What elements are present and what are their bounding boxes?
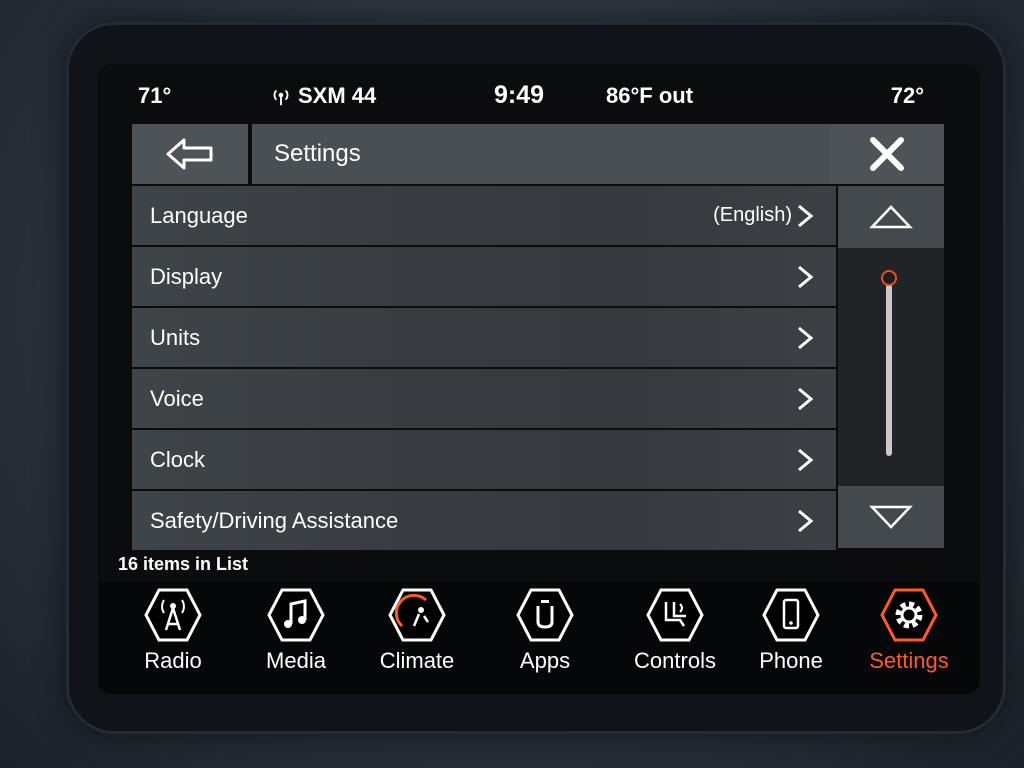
list-item-units[interactable]: Units bbox=[132, 308, 836, 367]
list-item-display[interactable]: Display bbox=[132, 247, 836, 306]
gear-icon bbox=[880, 588, 938, 642]
chevron-right-icon bbox=[798, 448, 814, 471]
nav-phone-button[interactable]: Phone bbox=[731, 582, 851, 694]
settings-list: Language (English) Display Units Voice C… bbox=[132, 186, 836, 552]
controls-icon bbox=[646, 588, 704, 642]
phone-icon bbox=[762, 588, 820, 642]
list-scrollbar[interactable] bbox=[838, 186, 944, 548]
infotainment-screen: 71° SXM 44 9:49 86°F out 72° Settings La… bbox=[98, 64, 980, 694]
list-item-label: Display bbox=[150, 263, 223, 289]
nav-label: Settings bbox=[869, 648, 949, 673]
radio-status[interactable]: SXM 44 bbox=[270, 83, 376, 109]
list-item-label: Safety/Driving Assistance bbox=[150, 507, 399, 533]
apps-icon bbox=[516, 588, 574, 642]
triangle-down-icon bbox=[869, 505, 913, 529]
scroll-thumb[interactable] bbox=[881, 270, 897, 286]
nav-label: Controls bbox=[634, 648, 716, 673]
nav-radio-button[interactable]: Radio bbox=[113, 582, 233, 694]
radio-tower-icon bbox=[144, 588, 202, 642]
list-item-voice[interactable]: Voice bbox=[132, 369, 836, 428]
climate-icon bbox=[388, 588, 446, 642]
nav-label: Radio bbox=[144, 648, 202, 673]
nav-climate-button[interactable]: Climate bbox=[357, 582, 477, 694]
nav-settings-button[interactable]: Settings bbox=[849, 582, 969, 694]
back-button[interactable] bbox=[132, 124, 248, 184]
chevron-right-icon bbox=[798, 509, 814, 532]
list-item-safety-driving-assistance[interactable]: Safety/Driving Assistance bbox=[132, 491, 836, 550]
triangle-up-icon bbox=[869, 205, 913, 229]
satellite-signal-icon bbox=[273, 89, 289, 106]
back-arrow-icon bbox=[166, 138, 213, 170]
music-note-icon bbox=[267, 588, 325, 642]
list-item-language[interactable]: Language (English) bbox=[132, 186, 836, 245]
list-item-value-group: (English) bbox=[713, 203, 814, 229]
nav-apps-button[interactable]: Apps bbox=[485, 582, 605, 694]
list-item-label: Units bbox=[150, 324, 201, 350]
scroll-track[interactable] bbox=[886, 278, 892, 456]
passenger-temperature[interactable]: 72° bbox=[891, 83, 924, 109]
list-item-clock[interactable]: Clock bbox=[132, 430, 836, 489]
nav-controls-button[interactable]: Controls bbox=[615, 582, 735, 694]
list-count-label: 16 items in List bbox=[118, 554, 249, 574]
bottom-navigation-bar: Radio Media Climate Apps Controls Phone … bbox=[98, 582, 980, 694]
chevron-right-icon bbox=[798, 326, 814, 349]
radio-station-label: SXM 44 bbox=[298, 83, 377, 108]
scroll-down-button[interactable] bbox=[838, 486, 944, 548]
nav-label: Media bbox=[266, 648, 326, 673]
chevron-right-icon bbox=[798, 204, 814, 227]
nav-label: Apps bbox=[519, 648, 571, 673]
nav-label: Climate bbox=[379, 648, 455, 673]
list-item-label: Language bbox=[150, 202, 248, 228]
scroll-up-button[interactable] bbox=[838, 186, 944, 248]
chevron-right-icon bbox=[798, 387, 814, 410]
list-item-label: Voice bbox=[150, 385, 204, 411]
list-item-value: (English) bbox=[713, 204, 792, 226]
clock-time: 9:49 bbox=[494, 81, 545, 109]
title-bar: Settings bbox=[132, 124, 942, 184]
chevron-right-icon bbox=[798, 265, 814, 288]
nav-label: Phone bbox=[759, 648, 823, 673]
close-icon bbox=[870, 137, 904, 171]
list-item-label: Clock bbox=[150, 446, 206, 472]
driver-temperature[interactable]: 71° bbox=[138, 83, 171, 109]
nav-media-button[interactable]: Media bbox=[236, 582, 356, 694]
status-bar: 71° SXM 44 9:49 86°F out 72° bbox=[98, 64, 980, 124]
outside-temperature: 86°F out bbox=[606, 83, 694, 108]
close-button[interactable] bbox=[830, 124, 944, 184]
